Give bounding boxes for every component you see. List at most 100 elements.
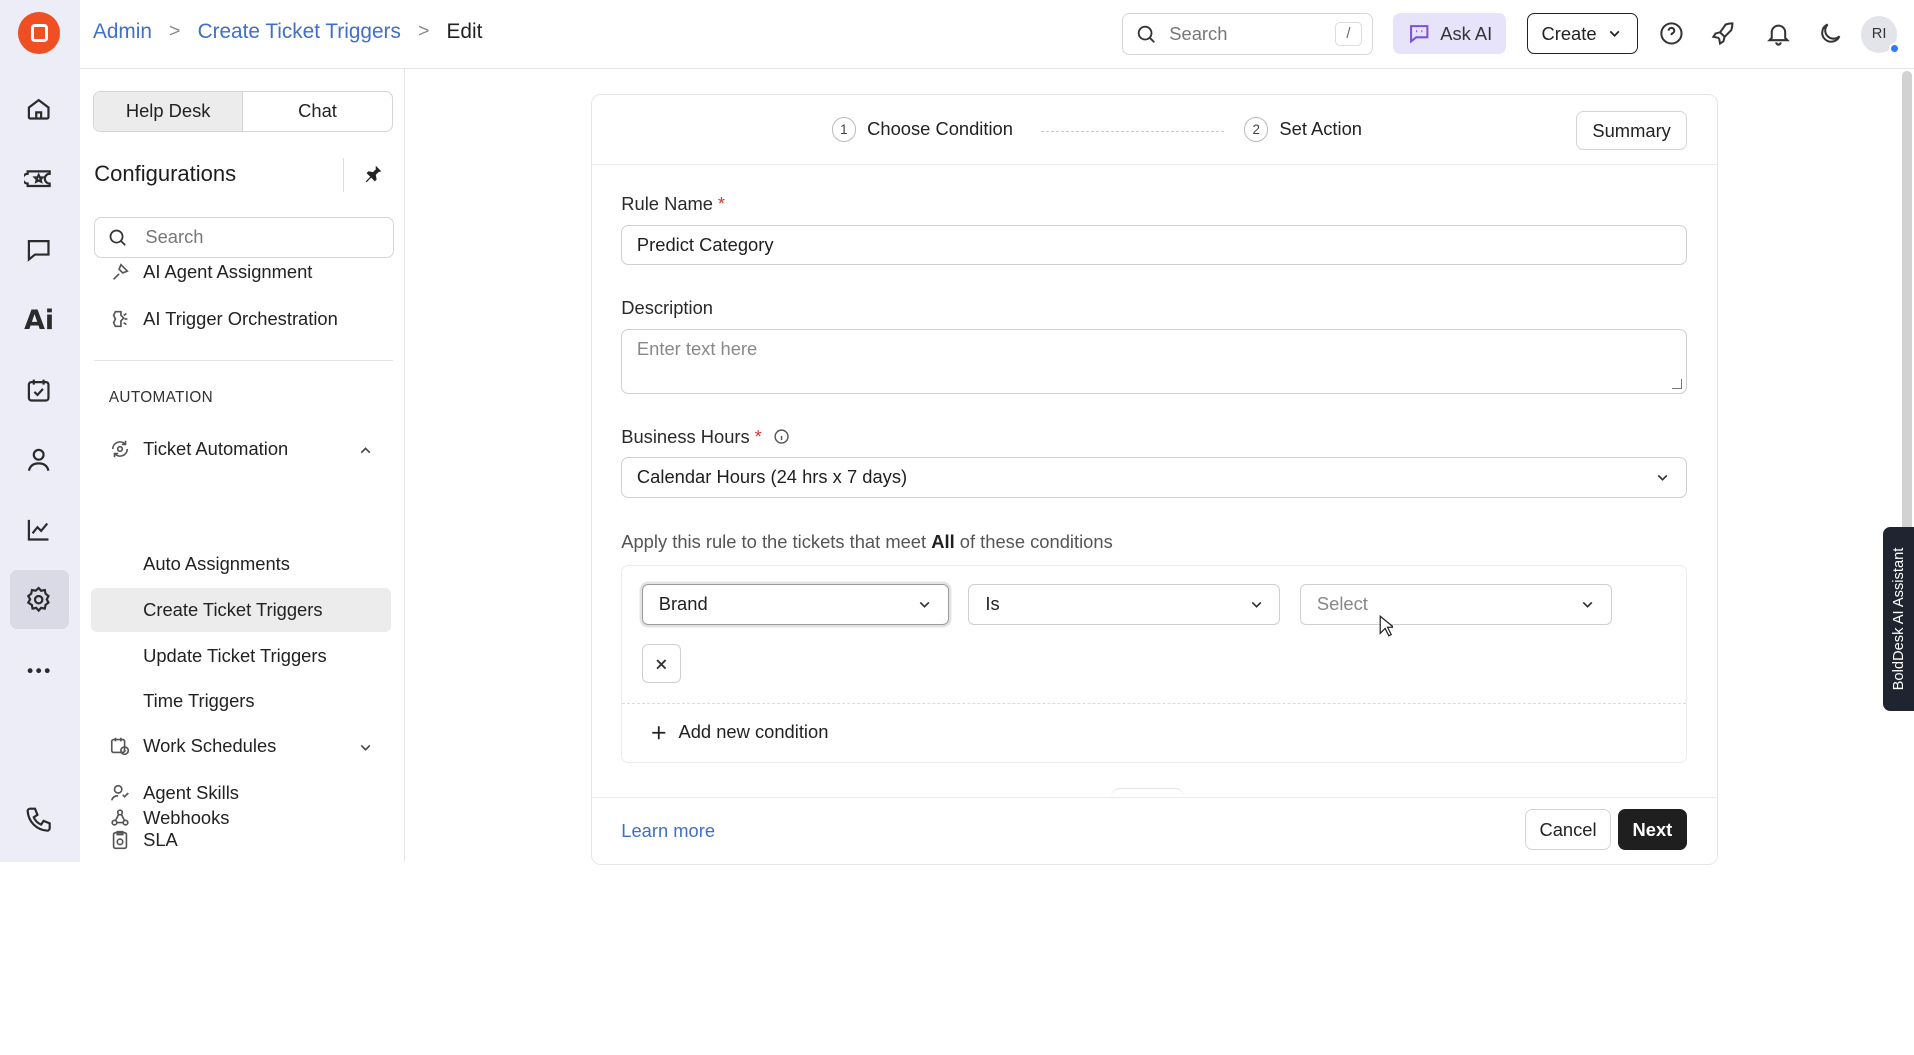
breadcrumb-current: Edit	[446, 19, 483, 43]
step-label: Set Action	[1279, 118, 1363, 140]
step-connector	[1040, 130, 1225, 132]
sidebar-title: Configurations	[94, 161, 237, 187]
rocket-icon[interactable]	[1710, 20, 1737, 47]
sidebar-item-label: SLA	[143, 829, 178, 851]
dark-mode-icon[interactable]	[1817, 20, 1844, 47]
condition-operator-value: Is	[985, 593, 1000, 615]
tab-chat[interactable]: Chat	[243, 92, 391, 132]
app-root: Ai Admin > Create Ticket Triggers > Edit	[0, 0, 1914, 865]
sidebar-search-placeholder: Search	[145, 226, 204, 248]
brand-logo[interactable]	[18, 12, 60, 54]
ai-icon[interactable]: Ai	[10, 291, 69, 350]
sidebar-item-label: AI Trigger Orchestration	[143, 308, 338, 330]
step-set-action[interactable]: 2 Set Action	[1243, 117, 1363, 142]
condition-operator-select[interactable]: Is	[968, 584, 1281, 625]
description-textarea[interactable]: Enter text here	[621, 328, 1687, 394]
search-icon	[1137, 25, 1155, 44]
condition-value-placeholder: Select	[1316, 593, 1368, 615]
page-scrollbar[interactable]	[1902, 70, 1913, 585]
divider	[622, 702, 1686, 704]
business-hours-value: Calendar Hours (24 hrs x 7 days)	[636, 466, 908, 488]
avatar[interactable]: RI	[1860, 15, 1900, 54]
home-icon[interactable]	[10, 80, 69, 139]
sidebar-item-label: AI Agent Assignment	[143, 260, 313, 282]
rule-name-label-text: Rule Name	[621, 193, 714, 215]
sidebar-item-work-schedules[interactable]: Work Schedules	[109, 735, 276, 757]
learn-more-link[interactable]: Learn more	[621, 820, 715, 842]
sidebar-subitem-auto-assignments[interactable]: Auto Assignments	[91, 542, 392, 586]
breadcrumb-admin[interactable]: Admin	[93, 20, 152, 44]
ask-ai-label: Ask AI	[1440, 22, 1493, 44]
section-heading-automation: AUTOMATION	[108, 389, 214, 407]
sidebar-item-ai-trigger-orchestration[interactable]: AI Trigger Orchestration	[109, 308, 338, 330]
business-hours-label-text: Business Hours	[621, 425, 750, 447]
breadcrumb-separator: >	[169, 20, 181, 43]
sidebar-item-ai-agent-assignment[interactable]: AI Agent Assignment	[109, 260, 313, 283]
close-icon	[656, 658, 667, 669]
sidebar-subitem-time-triggers[interactable]: Time Triggers	[91, 679, 392, 723]
ai-assistant-tab[interactable]: BoldDesk AI Assistant	[1882, 527, 1914, 711]
chevron-down-icon[interactable]	[357, 739, 374, 756]
summary-button[interactable]: Summary	[1575, 111, 1688, 151]
step-choose-condition[interactable]: 1 Choose Condition	[831, 117, 1013, 142]
ask-ai-button[interactable]: Ask AI	[1393, 13, 1506, 54]
online-status-dot	[1888, 42, 1900, 54]
tickets-icon[interactable]	[10, 149, 69, 208]
trigger-editor-card: 1 Choose Condition 2 Set Action Summary …	[590, 94, 1718, 865]
product-tabs: Help Desk Chat	[92, 90, 393, 133]
sidebar-item-agent-skills[interactable]: Agent Skills	[109, 782, 239, 804]
sidebar-subitem-update-ticket-triggers[interactable]: Update Ticket Triggers	[91, 634, 392, 678]
global-search-input[interactable]: Search /	[1121, 13, 1373, 56]
condition-value-select[interactable]: Select	[1300, 584, 1612, 625]
tasks-icon[interactable]	[10, 361, 69, 420]
cancel-button[interactable]: Cancel	[1524, 809, 1612, 850]
sidebar-search-input[interactable]: Search	[94, 216, 394, 259]
conditions-intro-prefix: Apply this rule to the tickets that meet	[621, 530, 932, 552]
settings-icon[interactable]	[9, 570, 69, 629]
sidebar-item-label: Work Schedules	[143, 735, 277, 757]
avatar-initials: RI	[1871, 26, 1887, 43]
breadcrumb-create-ticket-triggers[interactable]: Create Ticket Triggers	[198, 20, 401, 44]
rule-name-label: Rule Name *	[621, 193, 725, 215]
help-icon[interactable]	[1658, 20, 1685, 47]
sidebar-item-label: Ticket Automation	[143, 437, 289, 459]
editor-footer: Learn more Cancel Next	[591, 797, 1717, 864]
contacts-icon[interactable]	[10, 431, 69, 490]
remove-condition-button[interactable]	[641, 644, 681, 684]
agent-skills-icon	[110, 784, 129, 801]
chevron-down-icon	[919, 602, 930, 609]
rule-name-input[interactable]: Predict Category	[621, 224, 1687, 266]
sidebar-item-webhooks[interactable]: Webhooks	[109, 807, 229, 829]
sidebar-subitem-create-ticket-triggers[interactable]: Create Ticket Triggers	[90, 588, 392, 633]
chevron-down-icon	[1657, 475, 1668, 482]
sidebar-item-ticket-automation[interactable]: Ticket Automation	[109, 438, 288, 460]
reports-icon[interactable]	[10, 500, 69, 559]
create-button[interactable]: Create	[1526, 13, 1639, 54]
resize-handle[interactable]	[1672, 379, 1683, 390]
step-number: 1	[831, 117, 857, 142]
business-hours-select[interactable]: Calendar Hours (24 hrs x 7 days)	[621, 457, 1687, 498]
divider	[342, 157, 344, 193]
sla-icon	[112, 831, 128, 850]
required-marker: *	[754, 425, 762, 447]
condition-field-select[interactable]: Brand	[641, 584, 949, 625]
chat-icon[interactable]	[10, 220, 69, 279]
breadcrumb: Admin > Create Ticket Triggers > Edit	[93, 20, 482, 44]
chevron-down-icon	[1251, 602, 1262, 609]
next-button[interactable]: Next	[1617, 809, 1688, 850]
info-icon[interactable]	[773, 428, 790, 445]
sidebar-item-sla[interactable]: SLA	[109, 829, 178, 851]
pin-icon[interactable]	[362, 163, 384, 185]
create-label: Create	[1541, 22, 1597, 44]
chevron-up-icon[interactable]	[357, 442, 374, 459]
bell-icon[interactable]	[1765, 20, 1792, 47]
required-marker: *	[717, 193, 726, 215]
chevron-down-icon	[1582, 602, 1593, 609]
add-condition-button[interactable]: Add new condition	[649, 721, 828, 743]
phone-icon[interactable]	[10, 790, 69, 849]
sidebar-item-label: Agent Skills	[143, 781, 239, 803]
condition-field-value: Brand	[658, 593, 708, 615]
more-icon[interactable]	[10, 641, 69, 700]
tab-help-desk[interactable]: Help Desk	[93, 91, 244, 132]
ai-chat-icon	[1410, 25, 1429, 44]
